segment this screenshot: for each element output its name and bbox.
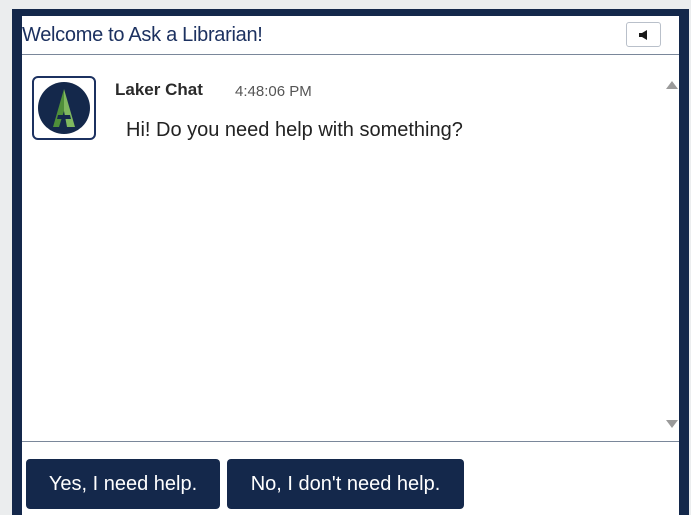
yes-need-help-button[interactable]: Yes, I need help. — [26, 459, 220, 509]
message-text: Hi! Do you need help with something? — [126, 119, 463, 141]
laker-logo-icon — [38, 82, 90, 134]
no-need-help-button[interactable]: No, I don't need help. — [227, 459, 464, 509]
chat-header: Welcome to Ask a Librarian! — [22, 16, 679, 55]
speaker-icon — [639, 30, 647, 40]
chat-transcript[interactable]: Laker Chat 4:48:06 PM Hi! Do you need he… — [22, 56, 679, 441]
chat-widget: Welcome to Ask a Librarian! Laker Chat 4… — [12, 9, 689, 515]
scroll-down-arrow-icon[interactable] — [666, 420, 678, 428]
quick-reply-bar: Yes, I need help. No, I don't need help. — [22, 442, 679, 515]
message-timestamp: 4:48:06 PM — [235, 83, 312, 100]
chat-title: Welcome to Ask a Librarian! — [22, 24, 263, 46]
avatar — [32, 76, 96, 140]
message-sender: Laker Chat — [115, 80, 203, 99]
sound-toggle-button[interactable] — [626, 22, 661, 47]
scroll-up-arrow-icon[interactable] — [666, 81, 678, 89]
chat-panel: Welcome to Ask a Librarian! Laker Chat 4… — [22, 16, 679, 515]
